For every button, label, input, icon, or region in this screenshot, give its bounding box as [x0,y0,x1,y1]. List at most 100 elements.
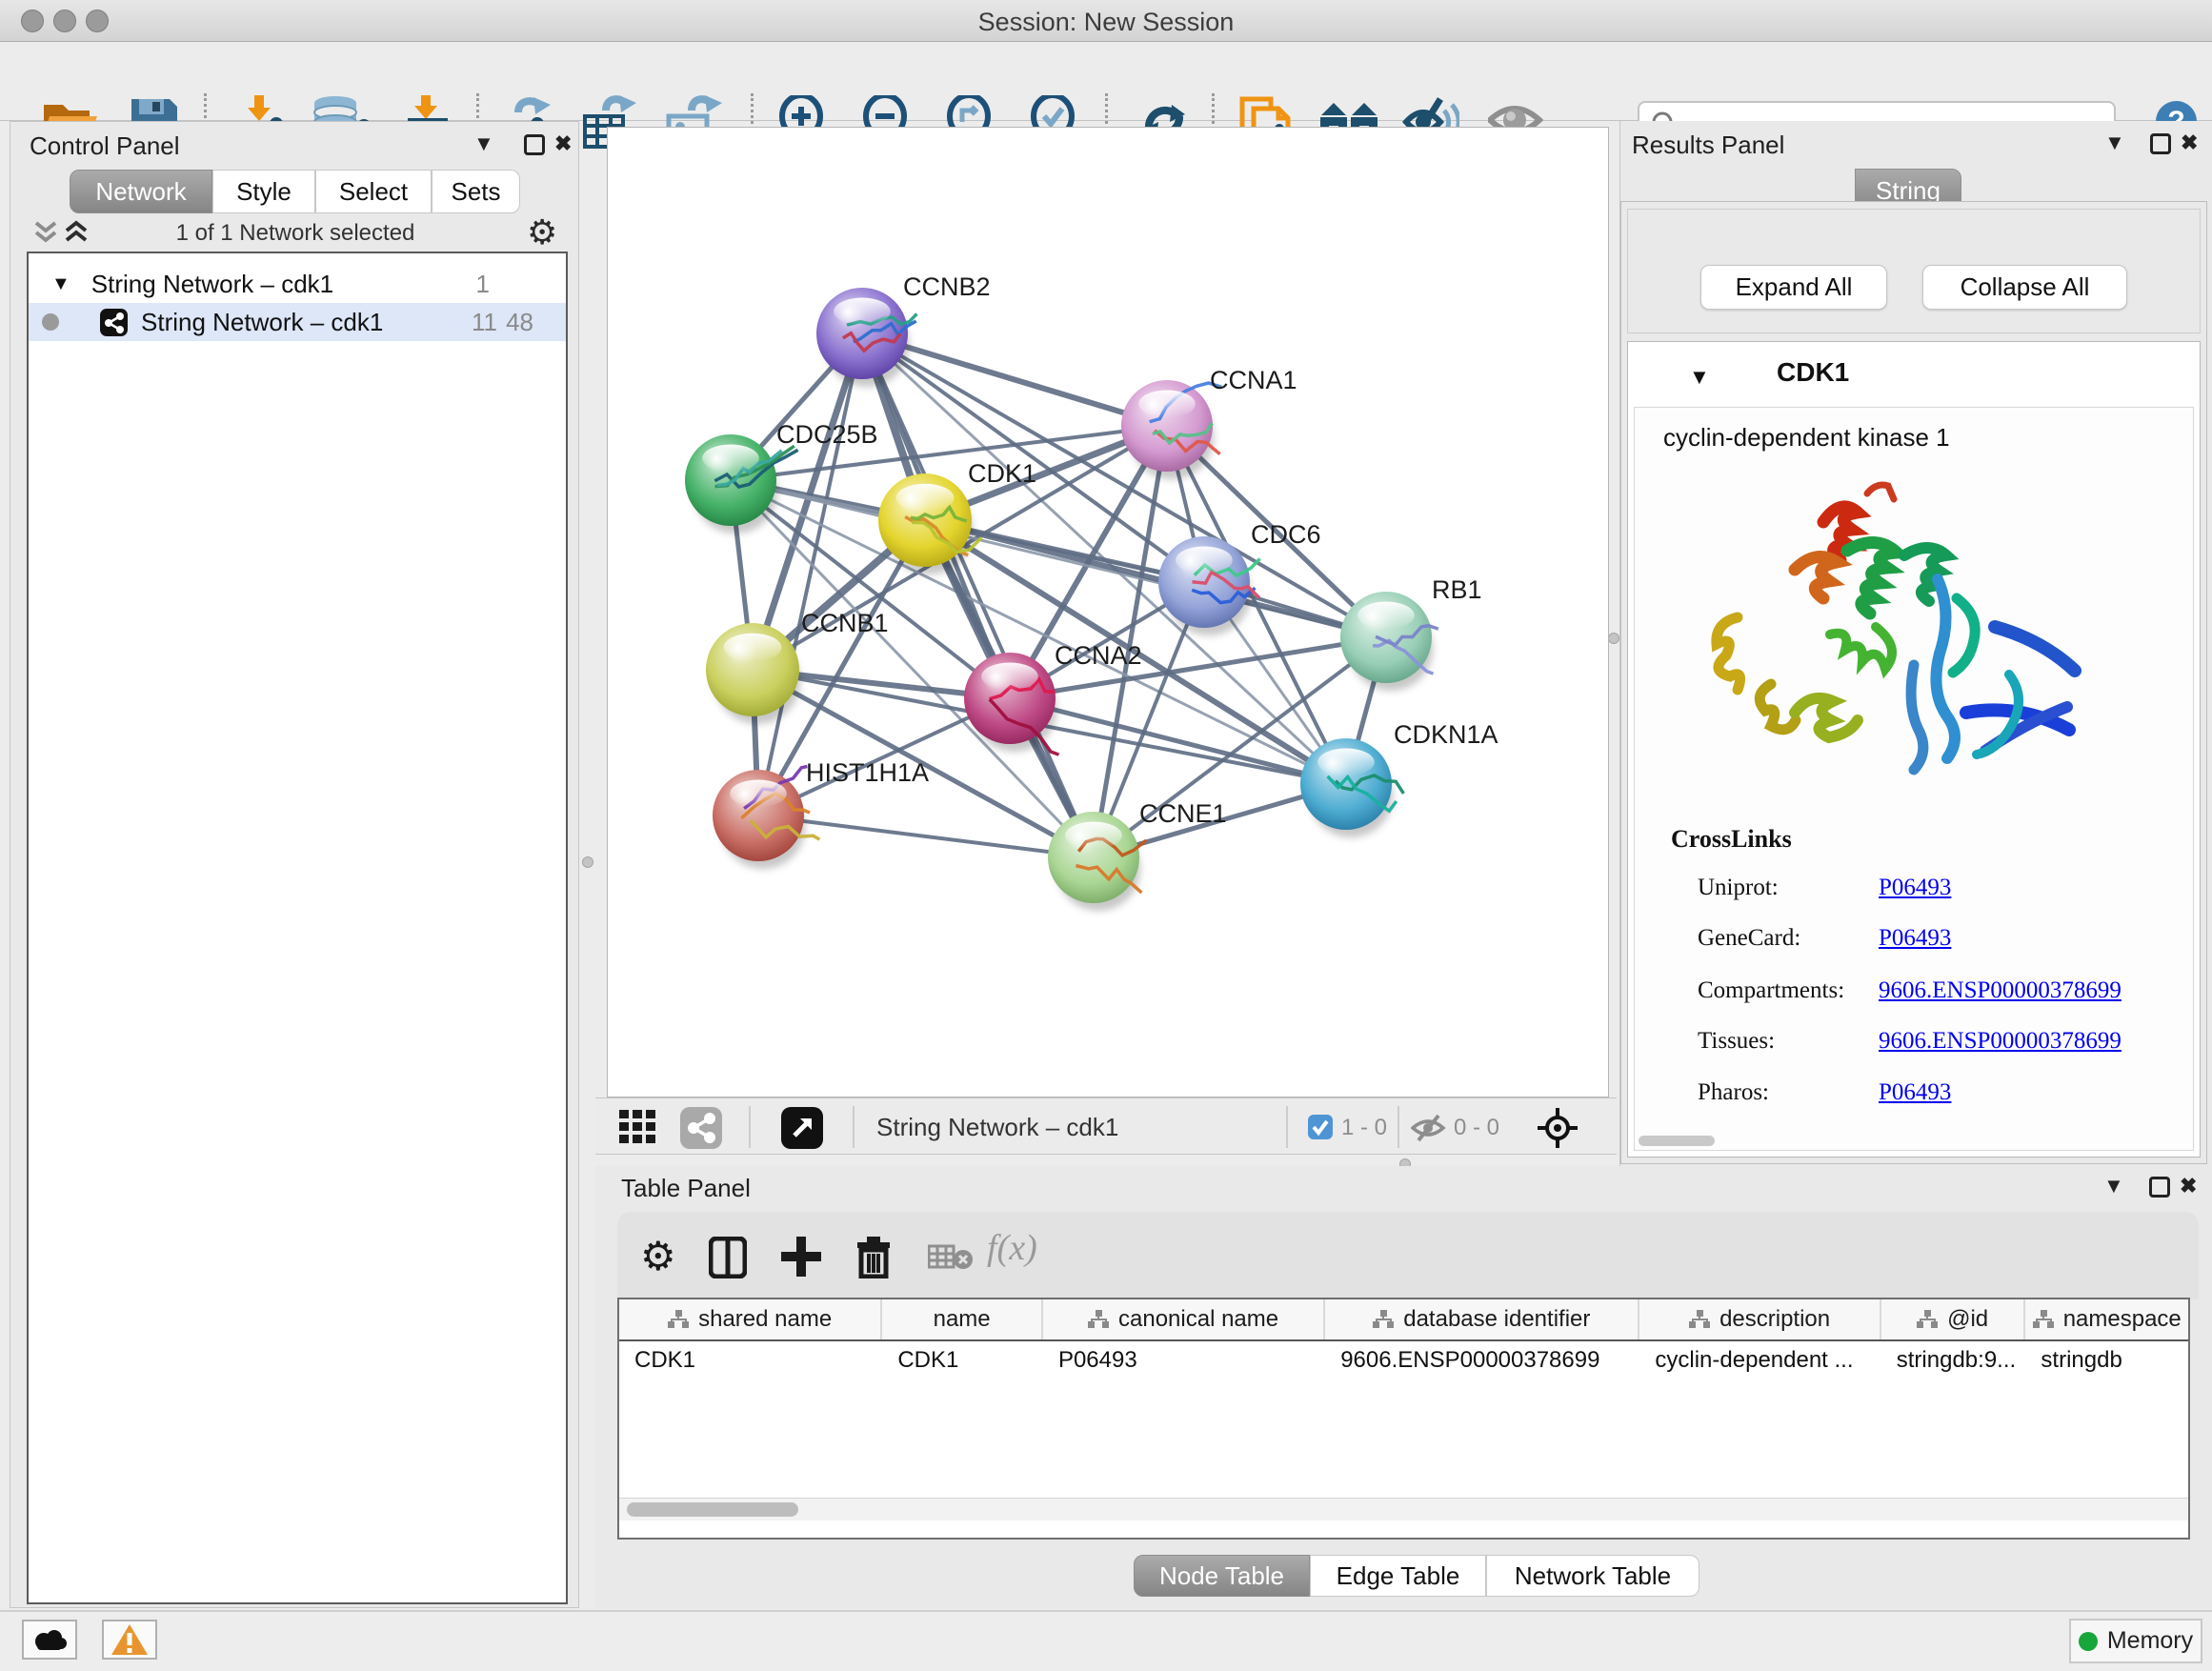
results-panel-close-icon[interactable]: ✖ [2181,131,2198,155]
delete-table-icon[interactable] [928,1242,974,1273]
table-settings-gear-icon[interactable]: ⚙ [640,1233,676,1279]
delete-column-trash-icon[interactable] [855,1235,892,1278]
crosslink-uniprot-link[interactable]: P06493 [1879,875,1951,901]
crosslink-label: GeneCard: [1698,925,1800,952]
column-hierarchy-icon [2033,1310,2054,1329]
results-panel-collapse-icon[interactable]: ▼ [2104,131,2125,155]
network-thumbnail-share-icon[interactable] [680,1107,722,1149]
memory-button[interactable]: Memory [2069,1619,2202,1663]
tab-style[interactable]: Style [212,170,315,213]
crosslink-label: Compartments: [1698,977,1844,1004]
hidden-eye-icon[interactable] [1411,1113,1447,1143]
footer-separator [853,1106,855,1148]
tab-sets[interactable]: Sets [432,170,520,213]
cell-database-identifier[interactable]: 9606.ENSP00000378699 [1325,1341,1639,1381]
fit-content-crosshair-icon[interactable] [1537,1107,1579,1149]
cloud-sync-button[interactable] [22,1620,77,1660]
svg-text:CCNB2: CCNB2 [903,272,991,301]
table-toolbar: ⚙ f(x) [617,1212,2199,1299]
crosslink-genecard-link[interactable]: P06493 [1879,925,1951,952]
crosslink-tissues-link[interactable]: 9606.ENSP00000378699 [1879,1028,2122,1055]
selected-count: 1 - 0 [1341,1115,1387,1141]
right-splitter-handle[interactable] [1608,633,1619,644]
column-header[interactable]: description [1639,1299,1880,1339]
table-panel-float-icon[interactable] [2149,1177,2170,1198]
table-hscrollbar[interactable] [619,1498,2188,1520]
tab-network-table[interactable]: Network Table [1486,1555,1699,1597]
network-group-count: 1 [476,270,490,299]
column-header[interactable]: database identifier [1325,1299,1639,1339]
warnings-button[interactable] [102,1620,157,1660]
cloud-icon [31,1627,68,1652]
hidden-count: 0 - 0 [1454,1115,1499,1141]
left-splitter-handle[interactable] [582,856,593,868]
tab-edge-table[interactable]: Edge Table [1310,1555,1486,1597]
column-header[interactable]: canonical name [1043,1299,1325,1339]
control-panel-tabs: Network Style Select Sets [70,170,520,213]
column-hierarchy-icon [668,1310,689,1329]
control-panel-float-icon[interactable] [524,134,545,155]
table-panel-close-icon[interactable]: ✖ [2180,1174,2197,1198]
crosslink-label: Pharos: [1698,1079,1769,1106]
column-header[interactable]: name [882,1299,1043,1339]
cell-description[interactable]: cyclin-dependent ... [1639,1341,1880,1381]
column-header[interactable]: shared name [619,1299,882,1339]
application-window: Session: New Session [0,0,2212,1671]
window-title: Session: New Session [0,8,2212,37]
string-results-container: Expand All Collapse All ▼ CDK1 cyclin-de… [1620,201,2207,1164]
node-table: shared name name canonical name database… [617,1298,2190,1540]
function-builder-icon[interactable]: f(x) [987,1227,1037,1269]
network-options-gear-icon[interactable]: ⚙ [527,213,557,252]
gene-section: ▼ CDK1 cyclin-dependent kinase 1 [1627,341,2201,1158]
svg-text:CDK1: CDK1 [968,459,1036,488]
control-panel-collapse-icon[interactable]: ▼ [473,131,494,156]
network-selection-status: 1 of 1 Network selected [10,220,580,247]
table-hscrollbar-thumb[interactable] [627,1502,798,1517]
results-hscrollbar-thumb[interactable] [1639,1136,1715,1146]
tab-node-table[interactable]: Node Table [1134,1555,1310,1597]
crosslink-pharos-link[interactable]: P06493 [1879,1079,1951,1106]
cell-id[interactable]: stringdb:9... [1881,1341,2026,1381]
table-panel-collapse-icon[interactable]: ▼ [2103,1174,2124,1198]
network-row-selected[interactable]: String Network – cdk1 11 48 [29,303,566,341]
memory-label: Memory [2107,1627,2193,1655]
cell-namespace[interactable]: stringdb [2025,1341,2188,1381]
control-panel-title: Control Panel [30,131,180,161]
cell-canonical-name[interactable]: P06493 [1043,1341,1325,1381]
gene-description: cyclin-dependent kinase 1 [1663,423,1950,453]
gene-collapse-icon[interactable]: ▼ [1689,365,1710,390]
crosslink-label: Uniprot: [1698,875,1779,901]
tab-select[interactable]: Select [315,170,432,213]
column-hierarchy-icon [1088,1310,1109,1329]
add-column-plus-icon[interactable] [781,1237,821,1277]
cell-name[interactable]: CDK1 [882,1341,1043,1381]
gene-title: CDK1 [1777,357,1849,388]
tab-network[interactable]: Network [70,170,212,213]
cell-shared-name[interactable]: CDK1 [619,1341,882,1381]
control-panel-close-icon[interactable]: ✖ [554,131,572,156]
selected-checkbox-icon[interactable] [1308,1115,1333,1139]
results-panel-float-icon[interactable] [2150,133,2171,154]
expand-all-button[interactable]: Expand All [1700,265,1887,310]
tree-expand-icon[interactable]: ▼ [51,273,70,295]
svg-text:CCNE1: CCNE1 [1139,799,1227,828]
crosslinks-heading: CrossLinks [1671,825,1792,854]
footer-separator [1398,1106,1399,1148]
footer-network-title: String Network – cdk1 [876,1113,1118,1142]
network-row-label: String Network – cdk1 [141,308,383,337]
column-header[interactable]: @id [1881,1299,2026,1339]
column-header[interactable]: namespace [2025,1299,2188,1339]
control-panel: Control Panel ▼ ✖ Network Style Select S… [10,121,579,1608]
network-group-row[interactable]: ▼ String Network – cdk1 1 [29,265,566,303]
table-row[interactable]: CDK1 CDK1 P06493 9606.ENSP00000378699 cy… [619,1341,2188,1381]
collapse-all-button[interactable]: Collapse All [1922,265,2127,310]
network-graph[interactable]: CCNB2CCNA1CDC25BCDK1CDC6RB1CCNB1CCNA2CDK… [607,127,1609,1097]
network-node-count: 11 [472,308,497,337]
show-columns-icon[interactable] [709,1237,747,1278]
crosslink-compartments-link[interactable]: 9606.ENSP00000378699 [1879,977,2122,1004]
svg-text:CDC25B: CDC25B [776,420,878,449]
open-in-window-icon[interactable] [781,1107,823,1149]
table-header-row: shared name name canonical name database… [619,1299,2188,1341]
svg-text:HIST1H1A: HIST1H1A [806,758,929,787]
grid-view-icon[interactable] [619,1110,665,1146]
